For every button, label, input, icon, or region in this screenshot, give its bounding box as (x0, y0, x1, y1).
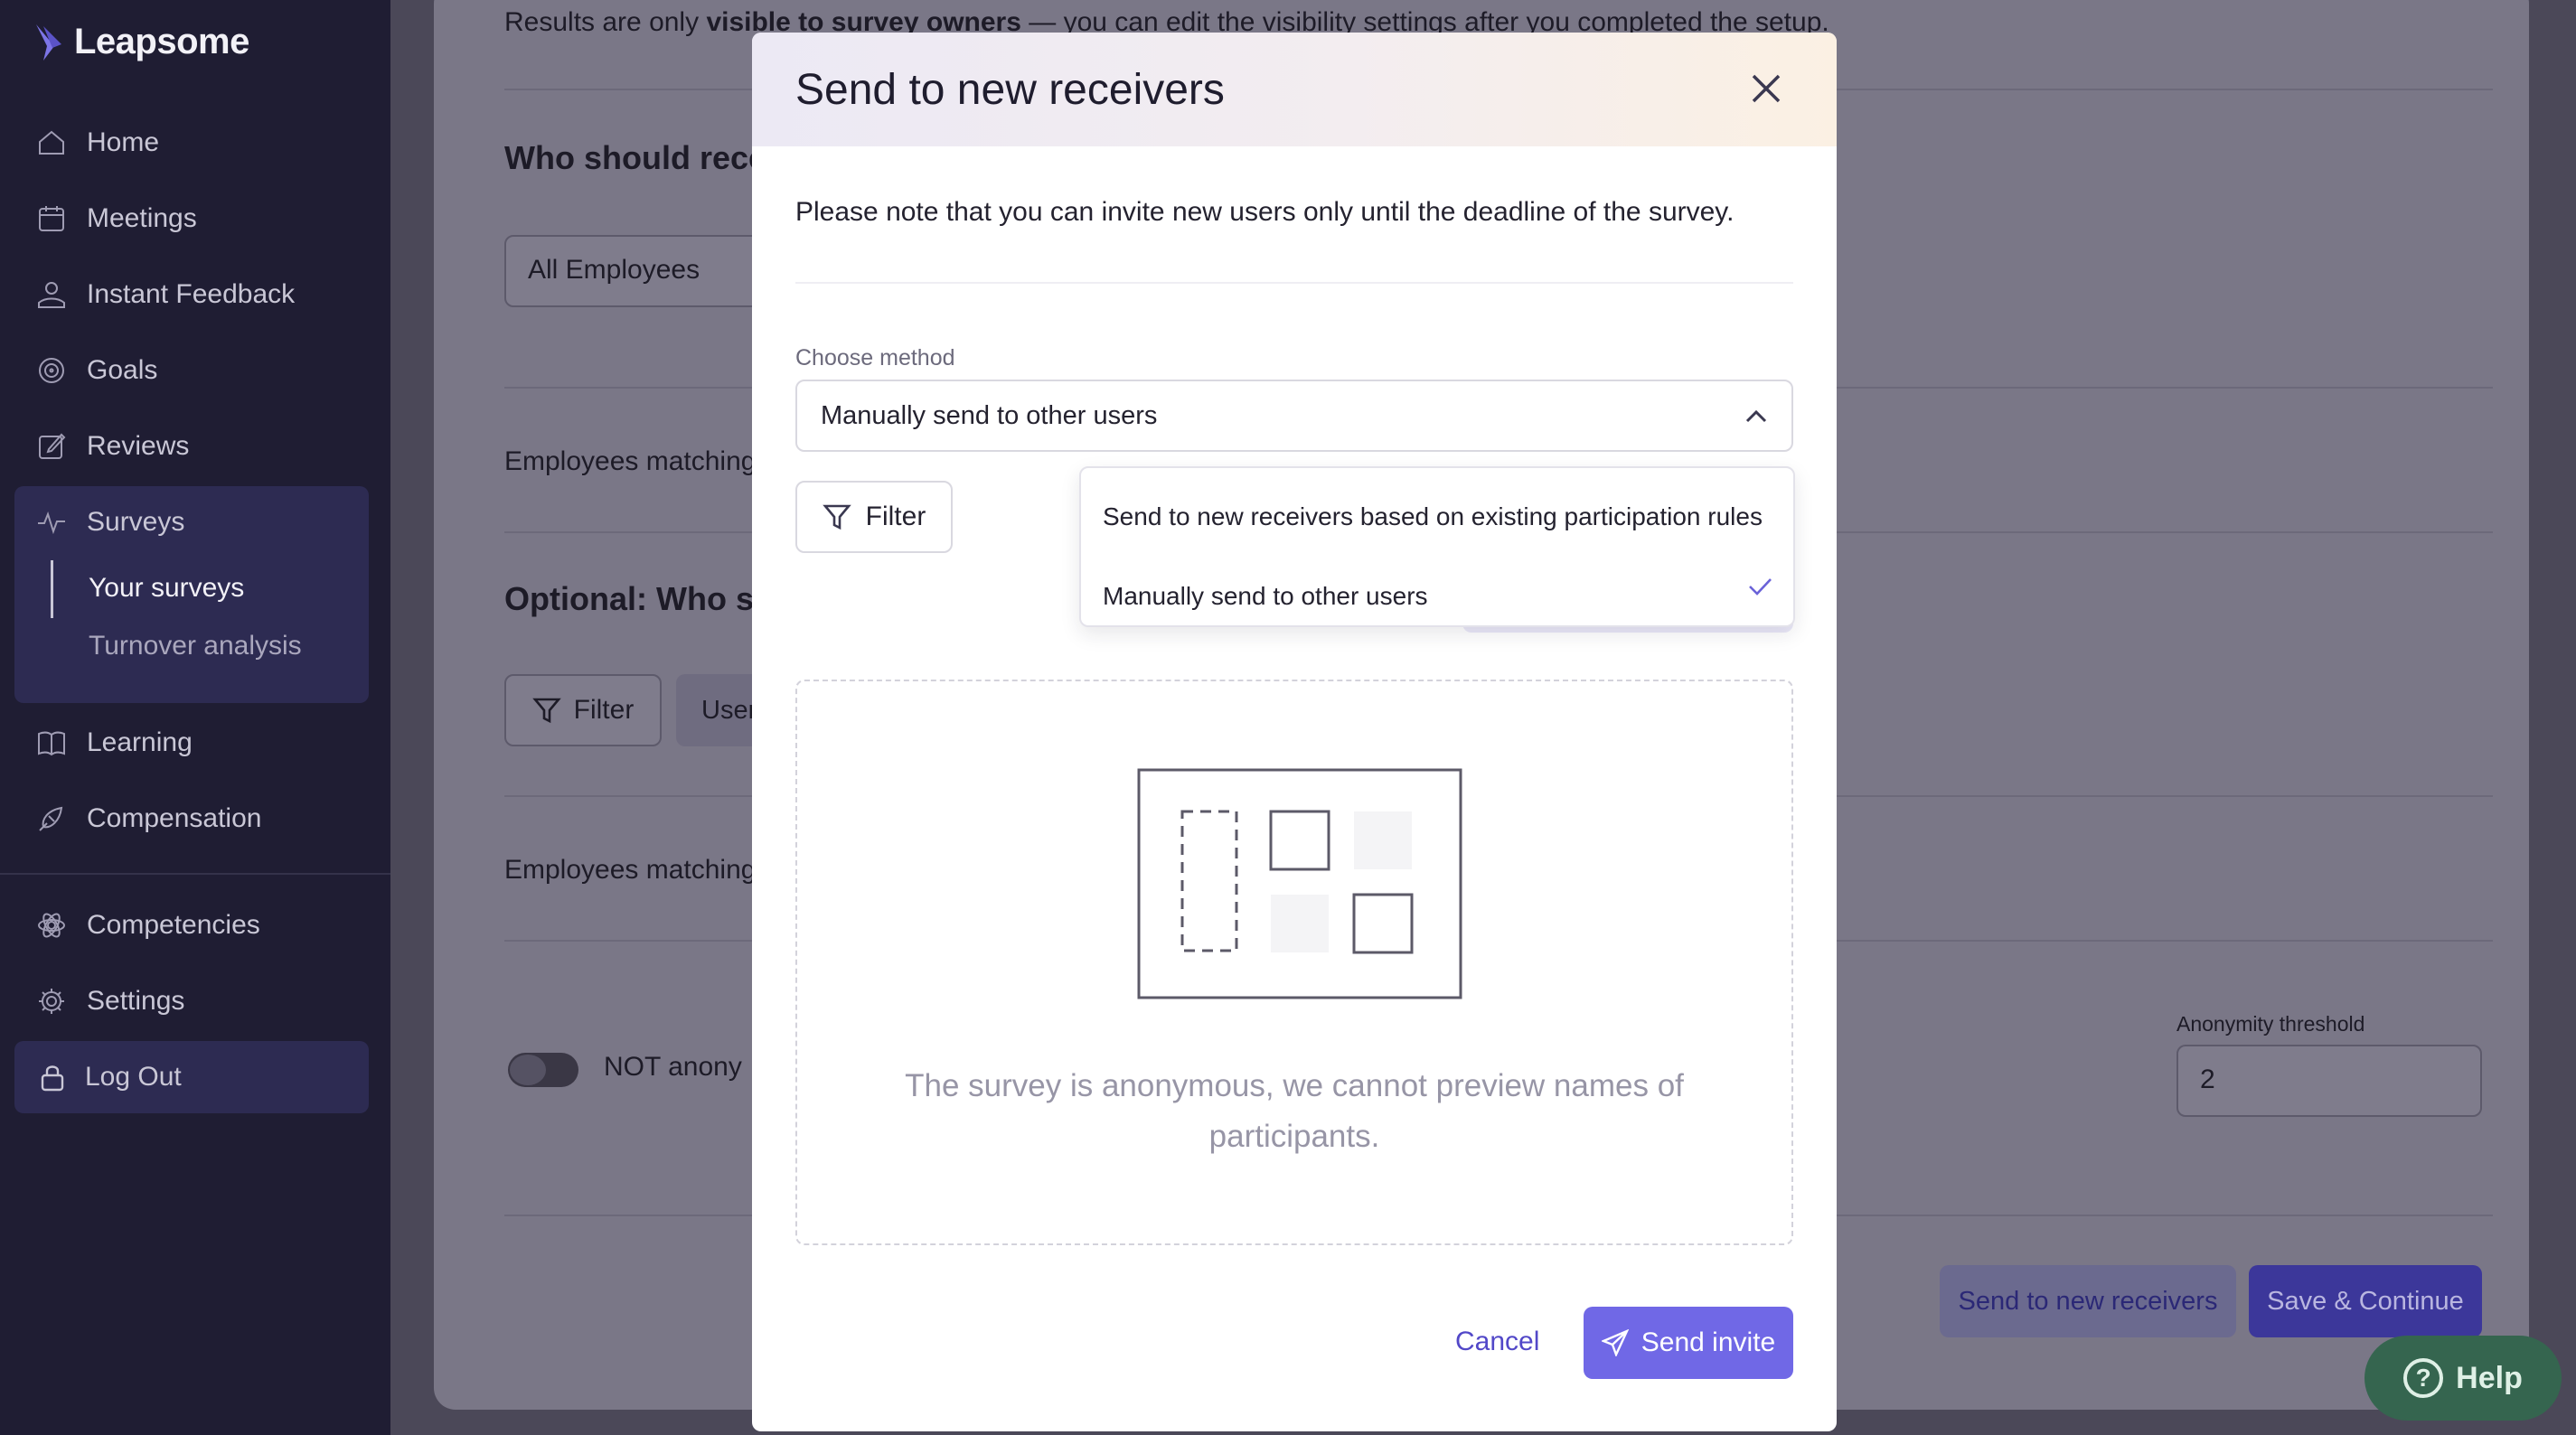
sidebar-item-label: Settings (87, 986, 185, 1016)
help-label: Help (2456, 1360, 2523, 1395)
employees-matching-label-2: Employees matching (504, 855, 757, 885)
bg-filter-label: Filter (573, 695, 635, 725)
lock-icon (41, 1065, 64, 1092)
competencies-icon (38, 913, 65, 938)
method-select[interactable]: Manually send to other users (795, 380, 1793, 452)
modal-title: Send to new receivers (795, 65, 1225, 114)
anonymity-toggle-label: NOT anony (604, 1052, 742, 1082)
modal-divider (795, 282, 1793, 284)
sidebar-item-compensation[interactable]: Compensation (36, 792, 261, 846)
anonymity-toggle[interactable] (508, 1053, 578, 1087)
send-invite-label: Send invite (1641, 1327, 1776, 1357)
participants-preview-empty-state: The survey is anonymous, we cannot previ… (795, 680, 1793, 1245)
sidebar-divider (0, 873, 390, 875)
modal-header: Send to new receivers (752, 33, 1837, 146)
option-existing-participation-rules[interactable]: Send to new receivers based on existing … (1103, 502, 1763, 531)
sidebar-item-surveys[interactable]: Surveys (36, 495, 184, 549)
send-invite-button[interactable]: Send invite (1584, 1307, 1793, 1379)
brand-logo[interactable]: Leapsome (34, 22, 249, 62)
meetings-icon (39, 206, 64, 231)
anonymity-threshold-input[interactable]: 2 (2176, 1045, 2482, 1117)
option-manually-send[interactable]: Manually send to other users (1103, 582, 1428, 611)
sidebar-item-meetings[interactable]: Meetings (36, 192, 197, 246)
sidebar-item-reviews[interactable]: Reviews (36, 419, 189, 474)
reviews-icon (39, 433, 66, 459)
sidebar-item-competencies[interactable]: Competencies (36, 898, 260, 952)
submenu-active-indicator (51, 560, 53, 618)
brand-name: Leapsome (74, 22, 249, 61)
filter-icon (531, 698, 561, 724)
filter-button[interactable]: Filter (795, 481, 953, 553)
sidebar-subitem-your-surveys[interactable]: Your surveys (89, 573, 244, 604)
send-to-new-receivers-button[interactable]: Send to new receivers (1940, 1265, 2236, 1337)
choose-method-label: Choose method (795, 345, 955, 370)
home-icon (39, 130, 64, 155)
bg-filter-button[interactable]: Filter (504, 674, 662, 746)
method-select-value: Manually send to other users (821, 400, 1158, 430)
send-to-new-receivers-modal: Send to new receivers Please note that y… (752, 33, 1837, 1431)
learning-icon (38, 731, 65, 756)
surveys-icon (38, 511, 65, 535)
employees-matching-label: Employees matching (504, 446, 757, 476)
check-icon (1746, 573, 1773, 600)
sidebar-item-settings[interactable]: Settings (36, 974, 184, 1028)
anonymity-threshold-label: Anonymity threshold (2176, 1012, 2365, 1036)
anonymous-survey-message: The survey is anonymous, we cannot previ… (905, 1068, 1684, 1154)
method-dropdown-menu: Send to new receivers based on existing … (1079, 466, 1795, 627)
receivers-select[interactable]: All Employees (504, 235, 776, 307)
paper-plane-icon (1601, 1329, 1629, 1356)
sidebar-item-label: Meetings (87, 203, 197, 233)
filter-label: Filter (865, 502, 926, 531)
sidebar: Leapsome Home Meetings Instant Feedback … (0, 0, 390, 1435)
logout-label: Log Out (85, 1062, 182, 1092)
sidebar-item-home[interactable]: Home (36, 116, 159, 170)
sidebar-item-label: Reviews (87, 431, 190, 461)
goals-icon (39, 358, 64, 383)
chevron-up-icon (1744, 405, 1768, 428)
deadline-note: Please note that you can invite new user… (795, 197, 1735, 227)
help-button[interactable]: ? Help (2364, 1336, 2562, 1421)
anonymity-threshold-value: 2 (2200, 1065, 2215, 1094)
who-receives-heading: Who should rece (504, 139, 767, 176)
receivers-select-value: All Employees (528, 255, 700, 285)
compensation-icon (39, 806, 63, 831)
sidebar-subitem-turnover-analysis[interactable]: Turnover analysis (89, 631, 302, 661)
close-icon (1752, 74, 1781, 103)
optional-heading: Optional: Who s (504, 580, 754, 617)
sidebar-item-instant-feedback[interactable]: Instant Feedback (36, 267, 295, 322)
sidebar-item-label: Instant Feedback (87, 279, 296, 309)
cancel-button[interactable]: Cancel (1455, 1327, 1539, 1357)
logout-button[interactable]: Log Out (14, 1041, 369, 1113)
leapsome-logo-icon (36, 23, 61, 61)
sidebar-item-goals[interactable]: Goals (36, 343, 157, 398)
sidebar-item-label: Surveys (87, 507, 185, 537)
sidebar-item-learning[interactable]: Learning (36, 716, 193, 770)
gear-icon (39, 989, 64, 1014)
instant-feedback-icon (38, 282, 65, 308)
save-continue-button[interactable]: Save & Continue (2249, 1265, 2482, 1337)
sidebar-item-label: Competencies (87, 910, 260, 940)
sidebar-item-label: Goals (87, 355, 158, 385)
filter-icon (822, 504, 851, 530)
question-icon: ? (2403, 1358, 2444, 1398)
close-button[interactable] (1746, 69, 1786, 108)
sidebar-item-label: Learning (87, 727, 193, 757)
sidebar-item-label: Home (87, 127, 160, 157)
sidebar-item-label: Compensation (87, 803, 262, 833)
empty-state-illustration (1137, 768, 1462, 999)
